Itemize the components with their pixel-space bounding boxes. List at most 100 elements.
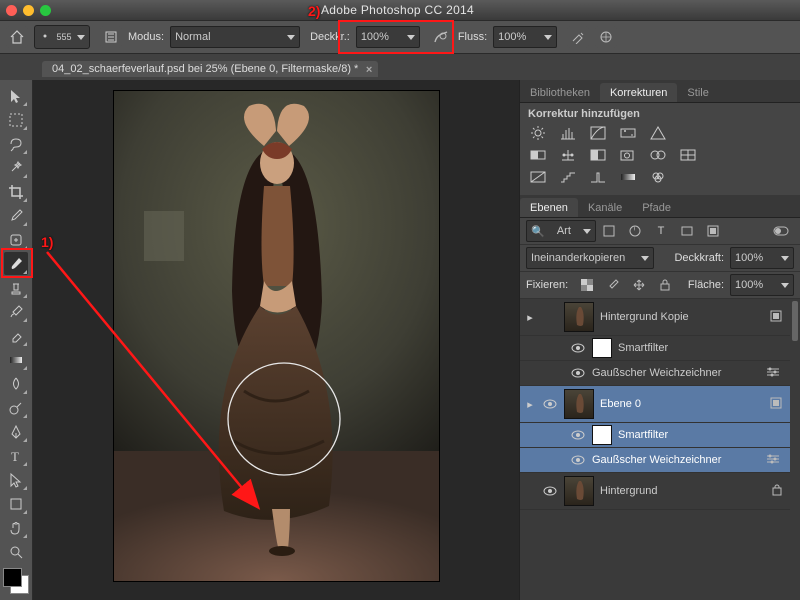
layer-subrow[interactable]: Smartfilter: [520, 336, 790, 361]
lock-all-icon[interactable]: [655, 276, 675, 294]
path-select-tool[interactable]: [4, 468, 28, 491]
hand-tool[interactable]: [4, 516, 28, 539]
lasso-tool[interactable]: [4, 132, 28, 155]
blur-tool[interactable]: [4, 372, 28, 395]
tab-kanaele[interactable]: Kanäle: [578, 198, 632, 217]
pressure-size-icon[interactable]: [595, 26, 617, 48]
layer-fill-dropdown[interactable]: 100%: [730, 274, 794, 296]
visibility-toggle[interactable]: [570, 365, 586, 381]
layer-thumbnail[interactable]: [564, 389, 594, 419]
opacity-dropdown[interactable]: 100%: [356, 26, 420, 48]
airbrush-icon[interactable]: [567, 26, 589, 48]
layer-row[interactable]: ▸ Ebene 0: [520, 386, 790, 423]
flow-dropdown[interactable]: 100%: [493, 26, 557, 48]
selectivecolor-icon[interactable]: [648, 168, 668, 186]
lock-position-icon[interactable]: [629, 276, 649, 294]
disclosure-triangle[interactable]: ▸: [524, 311, 536, 324]
disclosure-triangle[interactable]: ▸: [524, 398, 536, 411]
threshold-icon[interactable]: [588, 168, 608, 186]
brush-preset-picker[interactable]: 555: [34, 25, 90, 49]
visibility-toggle[interactable]: [570, 452, 586, 468]
type-tool[interactable]: T: [4, 444, 28, 467]
visibility-toggle[interactable]: [542, 483, 558, 499]
gradientmap-icon[interactable]: [618, 168, 638, 186]
filter-toggle[interactable]: [771, 222, 791, 240]
filter-mask-thumbnail[interactable]: [592, 338, 612, 358]
bw-icon[interactable]: [588, 146, 608, 164]
move-tool[interactable]: [4, 84, 28, 107]
filter-type-icon[interactable]: T: [651, 222, 671, 240]
home-icon[interactable]: [6, 26, 28, 48]
layer-subrow[interactable]: Smartfilter: [520, 423, 790, 448]
filter-settings-icon[interactable]: [766, 454, 780, 467]
color-swatches[interactable]: [3, 568, 29, 594]
layer-blend-dropdown[interactable]: Ineinanderkopieren: [526, 247, 654, 269]
gradient-tool[interactable]: [4, 348, 28, 371]
layer-thumbnail[interactable]: [564, 476, 594, 506]
layers-list[interactable]: ▸ Hintergrund Kopie SmartfilterGaußscher…: [520, 299, 800, 600]
filter-settings-icon[interactable]: [766, 367, 780, 380]
zoom-tool[interactable]: [4, 540, 28, 563]
shape-tool[interactable]: [4, 492, 28, 515]
blend-mode-dropdown[interactable]: Normal: [170, 26, 300, 48]
filter-pixel-icon[interactable]: [599, 222, 619, 240]
tab-pfade[interactable]: Pfade: [632, 198, 681, 217]
layer-opacity-label: Deckkraft:: [674, 252, 724, 264]
magic-wand-tool[interactable]: [4, 156, 28, 179]
filter-mask-thumbnail[interactable]: [592, 425, 612, 445]
lock-pixels-icon[interactable]: [603, 276, 623, 294]
channelmixer-icon[interactable]: [648, 146, 668, 164]
layer-opacity-dropdown[interactable]: 100%: [730, 247, 794, 269]
colorlookup-icon[interactable]: [678, 146, 698, 164]
invert-icon[interactable]: [528, 168, 548, 186]
filter-adjust-icon[interactable]: [625, 222, 645, 240]
tab-bibliotheken[interactable]: Bibliotheken: [520, 83, 600, 102]
curves-icon[interactable]: [588, 124, 608, 142]
visibility-toggle[interactable]: [542, 309, 558, 325]
layer-row[interactable]: Hintergrund: [520, 473, 790, 510]
canvas-area[interactable]: 1): [33, 80, 519, 600]
tab-korrekturen[interactable]: Korrekturen: [600, 83, 677, 102]
healing-brush-tool[interactable]: [4, 228, 28, 251]
dodge-tool[interactable]: [4, 396, 28, 419]
scrollbar[interactable]: [790, 299, 800, 600]
exposure-icon[interactable]: [618, 124, 638, 142]
brush-tool[interactable]: [4, 252, 28, 275]
foreground-swatch[interactable]: [3, 568, 22, 587]
posterize-icon[interactable]: [558, 168, 578, 186]
marquee-tool[interactable]: [4, 108, 28, 131]
lock-transparency-icon[interactable]: [577, 276, 597, 294]
close-icon[interactable]: ×: [366, 64, 372, 76]
visibility-toggle[interactable]: [542, 396, 558, 412]
layer-subrow[interactable]: Gaußscher Weichzeichner: [520, 361, 790, 386]
layer-subrow[interactable]: Gaußscher Weichzeichner: [520, 448, 790, 473]
window-minimize-button[interactable]: [23, 5, 34, 16]
colorbalance-icon[interactable]: [558, 146, 578, 164]
crop-tool[interactable]: [4, 180, 28, 203]
hue-icon[interactable]: [528, 146, 548, 164]
filter-shape-icon[interactable]: [677, 222, 697, 240]
visibility-toggle[interactable]: [570, 427, 586, 443]
filter-smart-icon[interactable]: [703, 222, 723, 240]
window-close-button[interactable]: [6, 5, 17, 16]
vibrance-icon[interactable]: [648, 124, 668, 142]
layer-row[interactable]: ▸ Hintergrund Kopie: [520, 299, 790, 336]
brush-panel-toggle[interactable]: [100, 26, 122, 48]
visibility-toggle[interactable]: [570, 340, 586, 356]
clone-stamp-tool[interactable]: [4, 276, 28, 299]
photofilter-icon[interactable]: [618, 146, 638, 164]
levels-icon[interactable]: [558, 124, 578, 142]
layer-filter-dropdown[interactable]: 🔍Art: [526, 220, 596, 242]
brightness-icon[interactable]: [528, 124, 548, 142]
pen-tool[interactable]: [4, 420, 28, 443]
layer-thumbnail[interactable]: [564, 302, 594, 332]
window-maximize-button[interactable]: [40, 5, 51, 16]
eyedropper-tool[interactable]: [4, 204, 28, 227]
history-brush-tool[interactable]: [4, 300, 28, 323]
document-image[interactable]: [113, 90, 440, 582]
tab-ebenen[interactable]: Ebenen: [520, 198, 578, 217]
eraser-tool[interactable]: [4, 324, 28, 347]
tab-stile[interactable]: Stile: [677, 83, 718, 102]
document-tab[interactable]: 04_02_schaerfeverlauf.psd bei 25% (Ebene…: [42, 61, 378, 77]
pressure-opacity-icon[interactable]: [430, 26, 452, 48]
